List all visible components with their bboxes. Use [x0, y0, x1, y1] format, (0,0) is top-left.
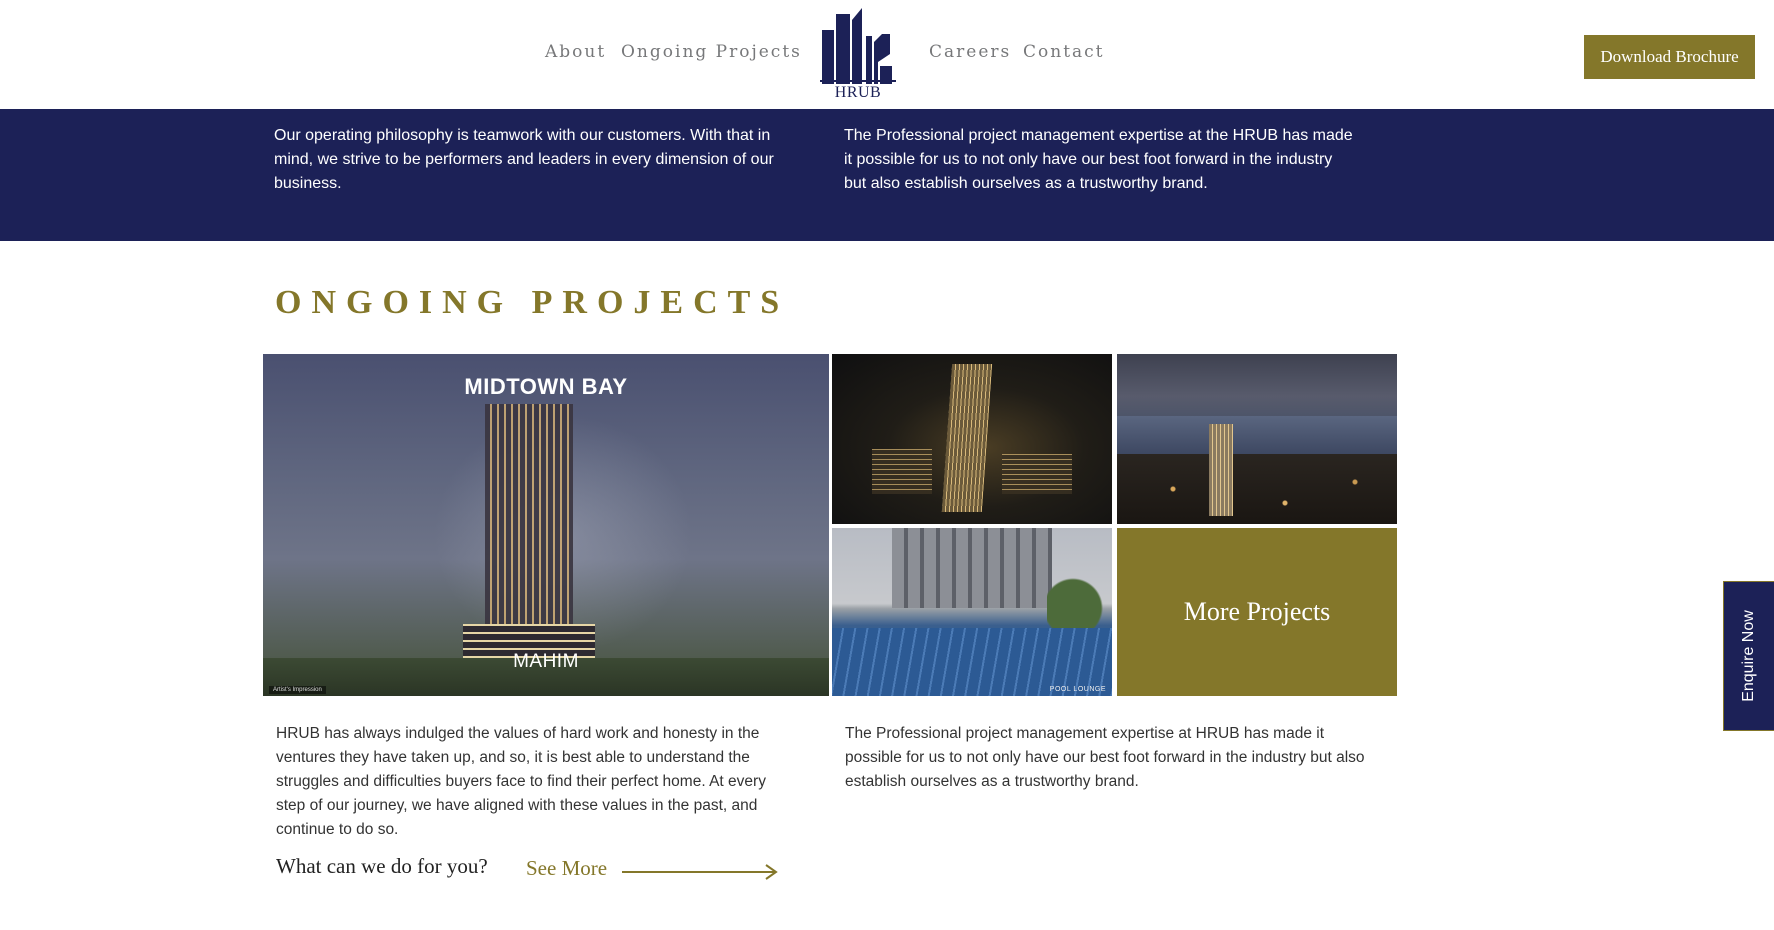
arrow-right-icon[interactable] [622, 864, 780, 880]
nav-careers[interactable]: Careers [929, 42, 1011, 62]
expertise-text: The Professional project management expe… [844, 127, 1353, 192]
night-building-graphic [1002, 454, 1072, 494]
see-more-link[interactable]: See More [526, 856, 607, 881]
building-logo-icon [820, 8, 896, 84]
nav-ongoing-projects[interactable]: Ongoing Projects [621, 42, 802, 62]
pool-building-graphic [892, 528, 1052, 608]
project-aerial-night-image[interactable] [832, 354, 1112, 524]
values-text: HRUB has always indulged the values of h… [276, 725, 766, 838]
nav-about[interactable]: About [545, 42, 606, 62]
project-midtown-bay-image[interactable]: MIDTOWN BAY MAHIM Artist's Impression [263, 354, 829, 696]
section-title: ONGOING PROJECTS [275, 284, 790, 321]
cta-question: What can we do for you? [276, 854, 488, 878]
logo-wordmark: HRUB [834, 84, 882, 101]
site-header: About Ongoing Projects HRUB Careers Cont… [0, 0, 1774, 109]
project-bay-view-image[interactable] [1117, 354, 1397, 524]
night-building-graphic [872, 449, 932, 494]
artist-impression-note: Artist's Impression [269, 686, 326, 694]
philosophy-text: Our operating philosophy is teamwork wit… [274, 127, 774, 192]
philosophy-band: Our operating philosophy is teamwork wit… [0, 109, 1774, 241]
enquire-now-label: Enquire Now [1740, 610, 1757, 702]
pool-lounge-label: POOL LOUNGE [1049, 686, 1106, 693]
night-tower-graphic [941, 364, 993, 512]
city-lights-graphic [1117, 454, 1397, 524]
project-title: MIDTOWN BAY [464, 374, 628, 399]
bay-tower-graphic [1209, 424, 1233, 516]
project-pool-lounge-image[interactable]: POOL LOUNGE [832, 528, 1112, 696]
more-projects-label: More Projects [1183, 597, 1331, 626]
enquire-now-tab[interactable]: Enquire Now [1723, 581, 1774, 731]
nav-contact[interactable]: Contact [1023, 42, 1105, 62]
more-projects-button[interactable]: More Projects [1117, 528, 1397, 696]
bay-water-graphic [1117, 416, 1397, 456]
brand-logo[interactable]: HRUB [818, 6, 898, 104]
download-brochure-button[interactable]: Download Brochure [1584, 35, 1755, 79]
expertise-text-secondary: The Professional project management expe… [845, 725, 1365, 790]
project-location: MAHIM [513, 651, 579, 672]
